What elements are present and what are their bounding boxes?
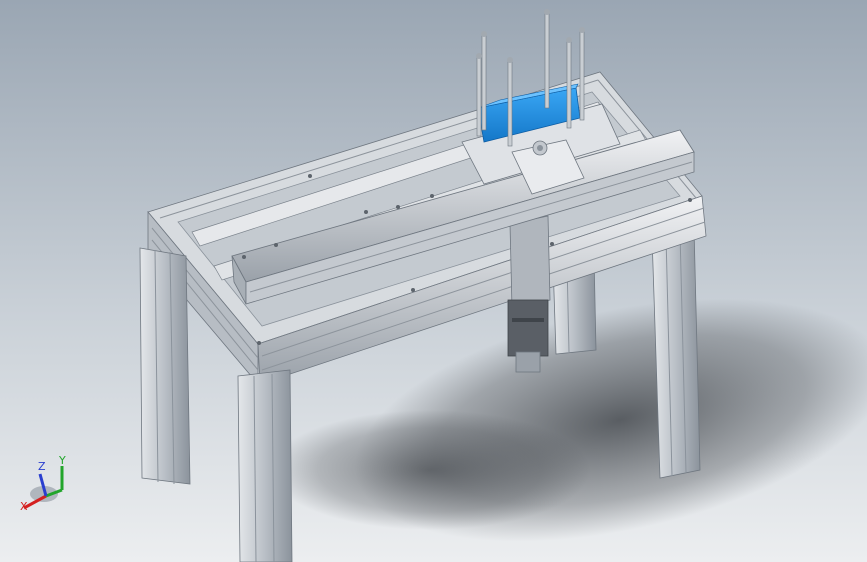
z-axis-label: Z: [38, 460, 46, 473]
view-orientation-triad[interactable]: X Y Z: [14, 448, 84, 518]
cad-3d-viewport[interactable]: X Y Z: [0, 0, 867, 562]
vertical-actuator[interactable]: [507, 215, 551, 373]
x-axis-label: X: [20, 500, 28, 513]
assembly-model-view[interactable]: [0, 0, 867, 562]
y-axis-label: Y: [58, 454, 66, 467]
